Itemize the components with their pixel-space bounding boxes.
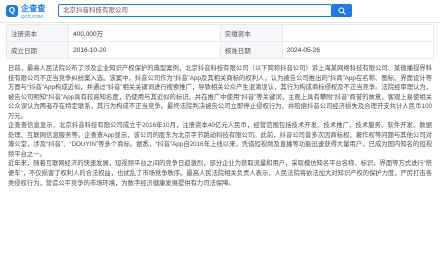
info-row: 注册资本 400,000万 实缴资本 (5, 24, 435, 42)
top-bar: Q 企查查 QCC.COM 北京抖音科技有限公司 (0, 0, 440, 23)
established-date-label: 成立日期 (5, 41, 70, 59)
search-button[interactable] (332, 4, 352, 17)
search-input[interactable]: 北京抖音科技有限公司 (58, 4, 332, 17)
logo-subtext: QCC.COM (21, 14, 43, 19)
approval-date-label: 核准日期 (219, 41, 283, 59)
site-logo[interactable]: Q 企查查 QCC.COM (6, 4, 46, 19)
established-date-value: 2016-10-20 (68, 41, 221, 59)
article-paragraph: 日前，最高人民法院公布了涉及企业知识产权保护的典型案例，北京抖音科技有限公司（以… (8, 65, 432, 120)
paid-capital-label: 实缴资本 (219, 24, 283, 42)
paid-capital-value (281, 24, 435, 42)
search-icon (338, 7, 346, 15)
logo-icon: Q (6, 5, 18, 17)
info-row: 成立日期 2016-10-20 核准日期 2024-05-26 (5, 41, 435, 59)
approval-date-value: 2024-05-26 (281, 41, 435, 59)
registered-capital-value: 400,000万 (68, 24, 221, 42)
article-paragraph: 近年来，随着互联网经济的快速发展，短视频平台之间的竞争日趋激烈，部分企业为获取流… (8, 160, 432, 187)
registered-capital-label: 注册资本 (5, 24, 70, 42)
article-body: 日前，最高人民法院公布了涉及企业知识产权保护的典型案例，北京抖音科技有限公司（以… (8, 64, 432, 188)
article-paragraph: 企查查信息显示，北京抖音科技有限公司成立于2016年10月，注册资本40亿元人民… (8, 122, 432, 158)
logo-text: 企查查 (21, 4, 46, 13)
company-info-table: 注册资本 400,000万 实缴资本 成立日期 2016-10-20 核准日期 … (5, 24, 435, 59)
